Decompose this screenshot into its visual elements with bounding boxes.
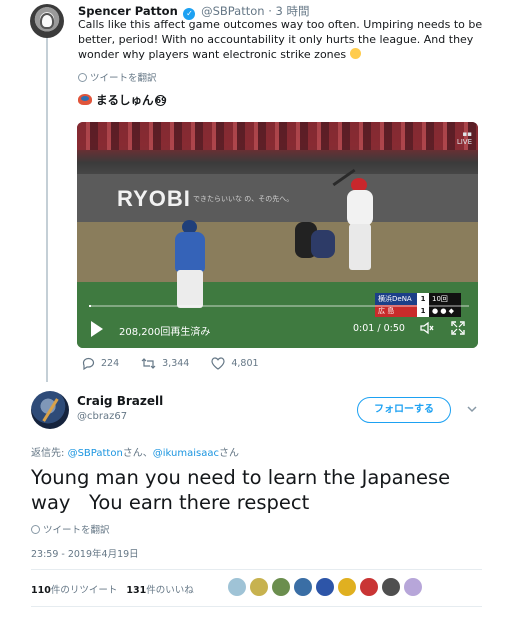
author-name[interactable]: Craig Brazell bbox=[77, 394, 163, 408]
team1-score: 1 bbox=[417, 293, 429, 305]
logo-tagline: できたらいいな の、その先へ。 bbox=[193, 195, 294, 203]
thread-line bbox=[46, 36, 48, 382]
thinking-face-icon bbox=[349, 48, 361, 59]
crab-icon bbox=[78, 94, 92, 105]
tweet-actions: 224 3,344 4,801 bbox=[82, 357, 281, 370]
quoted-author-name: まるしゅん bbox=[96, 93, 154, 107]
reply-mid: さん、 bbox=[122, 448, 153, 459]
liker-avatar[interactable] bbox=[294, 578, 312, 596]
circled-number-icon: 69 bbox=[154, 95, 167, 106]
like-total: 131 bbox=[126, 585, 147, 596]
reply-prefix: 返信先: bbox=[31, 448, 68, 459]
tweet-time[interactable]: 3 時間 bbox=[276, 4, 310, 18]
author-handle[interactable]: @cbraz67 bbox=[77, 411, 127, 422]
reply-count: 224 bbox=[101, 358, 120, 369]
pitcher-figure bbox=[169, 218, 209, 308]
retweet-label: 件のリツイート bbox=[50, 585, 118, 596]
reply-suffix: さん bbox=[219, 448, 239, 459]
retweet-total: 110 bbox=[31, 585, 51, 596]
tweet-text: Calls like this affect game outcomes way… bbox=[78, 17, 488, 62]
like-label: 件のいいね bbox=[146, 585, 194, 596]
liker-avatars bbox=[228, 578, 426, 596]
liker-avatar[interactable] bbox=[338, 578, 356, 596]
author-handle[interactable]: @SBPatton bbox=[201, 4, 265, 18]
author-name[interactable]: Spencer Patton bbox=[78, 4, 178, 18]
divider bbox=[31, 569, 482, 570]
video-progress-bar[interactable] bbox=[89, 305, 469, 307]
like-button[interactable]: 4,801 bbox=[211, 357, 259, 370]
avatar[interactable] bbox=[30, 4, 64, 38]
liker-avatar[interactable] bbox=[272, 578, 290, 596]
team1-name: 横浜DeNA bbox=[375, 293, 417, 305]
tweet-text: Young man you need to learn the Japanese… bbox=[31, 466, 457, 514]
quoted-author[interactable]: まるしゅん 69 bbox=[78, 92, 167, 108]
liker-avatar[interactable] bbox=[316, 578, 334, 596]
broadcast-bug: ▪▪ LIVE bbox=[456, 130, 472, 146]
divider bbox=[31, 606, 482, 607]
video-time: 0:01 / 0:50 bbox=[353, 323, 405, 334]
mention-link[interactable]: @ikumaisaac bbox=[153, 448, 219, 459]
liker-avatar[interactable] bbox=[228, 578, 246, 596]
fullscreen-icon[interactable] bbox=[451, 321, 465, 335]
separator-dot: · bbox=[268, 4, 272, 18]
retweets-stat[interactable]: 110件のリツイート bbox=[31, 585, 117, 596]
retweet-button[interactable]: 3,344 bbox=[141, 357, 189, 370]
tweet-text-body: Calls like this affect game outcomes way… bbox=[78, 18, 483, 61]
avatar[interactable] bbox=[31, 391, 69, 429]
globe-icon bbox=[31, 525, 40, 534]
batter-figure bbox=[332, 168, 379, 274]
reply-context: 返信先: @SBPattonさん、@ikumaisaacさん bbox=[31, 444, 239, 459]
tweet-timestamp[interactable]: 23:59 - 2019年4月19日 bbox=[31, 546, 139, 560]
inning: 10回 bbox=[429, 293, 461, 305]
play-icon[interactable] bbox=[91, 321, 103, 337]
video-progress-fill bbox=[89, 305, 91, 307]
liker-avatar[interactable] bbox=[404, 578, 422, 596]
follow-button[interactable]: フォローする bbox=[357, 397, 451, 423]
catcher-figure bbox=[311, 230, 335, 258]
parent-tweet: Spencer Patton ✓ @SBPatton · 3 時間 Calls … bbox=[0, 0, 507, 382]
translate-label: ツイートを翻訳 bbox=[43, 525, 110, 536]
retweet-icon bbox=[141, 358, 156, 369]
reply-button[interactable]: 224 bbox=[82, 357, 119, 370]
mention-link[interactable]: @SBPatton bbox=[68, 448, 123, 459]
reply-icon bbox=[82, 357, 95, 370]
likes-stat[interactable]: 131件のいいね bbox=[126, 585, 193, 596]
ryobi-logo: RYOBI bbox=[117, 186, 191, 211]
retweet-count: 3,344 bbox=[162, 358, 190, 369]
translate-label: ツイートを翻訳 bbox=[90, 73, 157, 84]
translate-link[interactable]: ツイートを翻訳 bbox=[31, 522, 110, 536]
liker-avatar[interactable] bbox=[250, 578, 268, 596]
liker-avatar[interactable] bbox=[382, 578, 400, 596]
video-player[interactable]: RYOBI できたらいいな の、その先へ。 ▪▪ LIVE 横浜DeNA 1 10… bbox=[77, 122, 478, 348]
heart-icon bbox=[211, 357, 225, 370]
liker-avatar[interactable] bbox=[360, 578, 378, 596]
like-count: 4,801 bbox=[231, 358, 259, 369]
chevron-down-icon[interactable] bbox=[466, 403, 478, 415]
engagement-stats: 110件のリツイート 131件のいいね bbox=[31, 582, 194, 596]
view-count: 208,200回再生済み bbox=[119, 327, 211, 338]
stadium-stands bbox=[77, 122, 478, 150]
globe-icon bbox=[78, 73, 87, 82]
mute-icon[interactable] bbox=[420, 321, 434, 335]
infield-dirt bbox=[77, 222, 478, 282]
translate-link[interactable]: ツイートを翻訳 bbox=[78, 70, 157, 84]
